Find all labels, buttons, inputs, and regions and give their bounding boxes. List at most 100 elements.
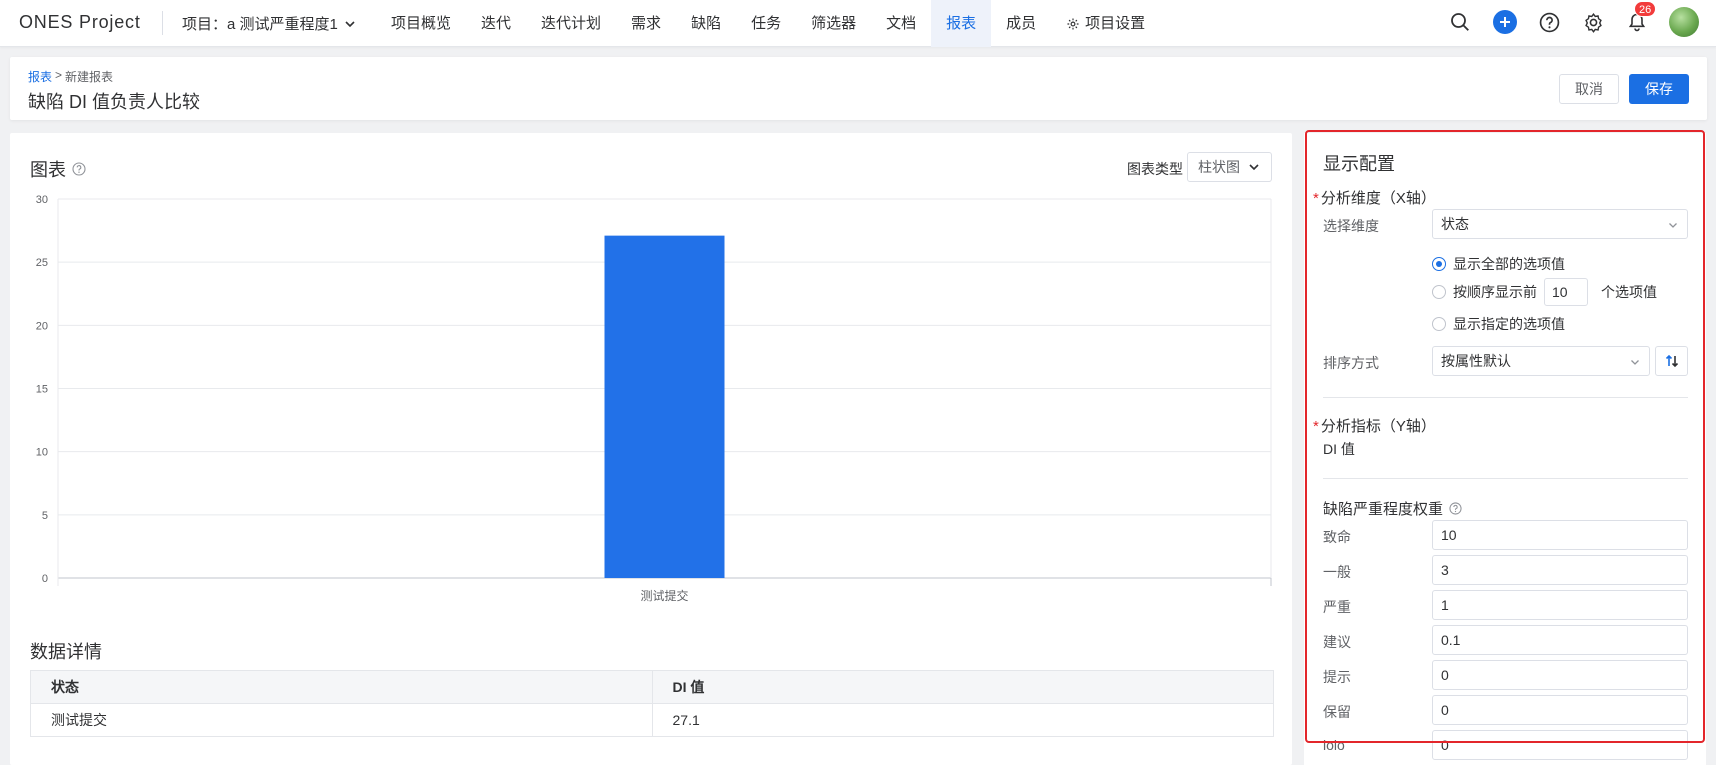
radio-label-suffix: 个选项值 bbox=[1601, 284, 1657, 300]
radio-label: 按顺序显示前 bbox=[1453, 284, 1537, 300]
chevron-down-icon bbox=[1630, 357, 1640, 367]
y-tick-label: 5 bbox=[42, 510, 48, 522]
dimension-value: 状态 bbox=[1441, 216, 1469, 232]
chart-section-title: 图表 bbox=[30, 156, 86, 182]
nav-tasks[interactable]: 任务 bbox=[736, 0, 796, 47]
weight-input-normal[interactable] bbox=[1432, 555, 1688, 585]
notification-badge: 26 bbox=[1634, 1, 1657, 17]
weight-input-fatal[interactable] bbox=[1432, 520, 1688, 550]
y-axis-section-title: * 分析指标（Y轴） bbox=[1313, 415, 1436, 436]
dimension-select[interactable]: 状态 bbox=[1432, 209, 1688, 239]
table-cell: 27.1 bbox=[651, 703, 1274, 737]
project-selector[interactable]: 项目：a 测试严重程度1 bbox=[182, 13, 356, 34]
y-axis-value: DI 值 bbox=[1323, 441, 1355, 457]
x-axis-section-title: * 分析维度（X轴） bbox=[1313, 187, 1436, 208]
nav-sprint[interactable]: 迭代 bbox=[466, 0, 526, 47]
search-icon[interactable] bbox=[1448, 10, 1472, 34]
sort-arrows-icon bbox=[1664, 353, 1680, 369]
bar-chart: 0 5 10 15 20 25 30 测试提交 bbox=[36, 194, 1272, 603]
y-tick-label: 25 bbox=[36, 257, 48, 269]
chart-type-select[interactable]: 柱状图 bbox=[1187, 152, 1272, 182]
radio-show-top-n[interactable]: 按顺序显示前 个选项值 bbox=[1432, 278, 1657, 306]
radio-button[interactable] bbox=[1432, 317, 1446, 331]
radio-show-all[interactable]: 显示全部的选项值 bbox=[1432, 254, 1565, 274]
nav-members[interactable]: 成员 bbox=[991, 0, 1051, 47]
nav-defects[interactable]: 缺陷 bbox=[676, 0, 736, 47]
gear-icon bbox=[1066, 17, 1080, 31]
plus-icon[interactable] bbox=[1493, 10, 1517, 34]
breadcrumb-reports-link[interactable]: 报表 bbox=[28, 68, 52, 85]
chart-type-label: 图表类型 bbox=[1127, 161, 1183, 177]
weight-input-reserved[interactable] bbox=[1432, 695, 1688, 725]
help-icon[interactable] bbox=[1537, 10, 1561, 34]
app-logo[interactable]: ONES Project bbox=[19, 12, 141, 33]
nav-overview[interactable]: 项目概览 bbox=[376, 0, 466, 47]
main-nav: 项目概览 迭代 迭代计划 需求 缺陷 任务 筛选器 文档 报表 成员 项目设置 bbox=[376, 0, 1160, 47]
weight-label-fatal: 致命 bbox=[1323, 529, 1351, 545]
x-axis-title: 分析维度（X轴） bbox=[1320, 190, 1436, 207]
avatar[interactable] bbox=[1669, 7, 1699, 37]
table-header-row: 状态 DI 值 bbox=[30, 670, 1274, 704]
data-details-table: 状态 DI 值 测试提交 27.1 bbox=[30, 670, 1274, 737]
nav-project-settings[interactable]: 项目设置 bbox=[1051, 0, 1160, 47]
config-title: 显示配置 bbox=[1323, 154, 1395, 174]
select-dimension-label: 选择维度 bbox=[1323, 218, 1379, 234]
x-tick-label: 测试提交 bbox=[640, 588, 688, 603]
nav-label: 成员 bbox=[1006, 15, 1037, 32]
chevron-down-icon bbox=[344, 18, 356, 30]
nav-label: 需求 bbox=[631, 15, 662, 32]
column-header: 状态 bbox=[30, 670, 653, 704]
radio-show-specified[interactable]: 显示指定的选项值 bbox=[1432, 314, 1565, 334]
nav-label: 文档 bbox=[886, 15, 917, 32]
column-header: DI 值 bbox=[651, 670, 1274, 704]
nav-filters[interactable]: 筛选器 bbox=[796, 0, 871, 47]
nav-label: 迭代 bbox=[481, 15, 512, 32]
display-config-panel: 显示配置 *分析维度（X轴） 选择维度 状态 显示全部的选项值 按顺序显示前 个… bbox=[1304, 133, 1706, 765]
weight-input-lolo[interactable] bbox=[1432, 730, 1688, 760]
weight-label-lolo: lolo bbox=[1323, 737, 1345, 753]
top-n-input[interactable] bbox=[1544, 278, 1588, 306]
breadcrumb-separator: > bbox=[55, 68, 63, 82]
sort-label: 排序方式 bbox=[1323, 355, 1379, 371]
y-tick-label: 30 bbox=[36, 194, 48, 206]
required-asterisk: * bbox=[1313, 418, 1319, 435]
sort-select[interactable]: 按属性默认 bbox=[1432, 346, 1650, 376]
radio-button[interactable] bbox=[1432, 285, 1446, 299]
y-tick-label: 15 bbox=[36, 384, 48, 396]
chart-panel: 图表 图表类型 柱状图 0 5 10 15 20 25 30 测试提交 数据详情 状态 DI … bbox=[10, 133, 1292, 765]
weight-label-serious: 严重 bbox=[1323, 599, 1351, 615]
y-axis-title: 分析指标（Y轴） bbox=[1320, 418, 1436, 435]
weight-label-normal: 一般 bbox=[1323, 564, 1351, 580]
help-icon[interactable] bbox=[72, 162, 86, 176]
weight-label-hint: 提示 bbox=[1323, 669, 1351, 685]
settings-icon[interactable] bbox=[1581, 10, 1605, 34]
radio-label: 显示全部的选项值 bbox=[1453, 256, 1565, 272]
sort-direction-button[interactable] bbox=[1655, 346, 1688, 376]
weight-input-serious[interactable] bbox=[1432, 590, 1688, 620]
data-details-title: 数据详情 bbox=[30, 642, 102, 662]
table-row: 测试提交 27.1 bbox=[30, 703, 1274, 737]
chart-title: 图表 bbox=[30, 160, 66, 180]
cancel-button[interactable]: 取消 bbox=[1559, 74, 1619, 104]
y-tick-label: 0 bbox=[42, 573, 48, 585]
page-title: 缺陷 DI 值负责人比较 bbox=[28, 92, 201, 112]
radio-button[interactable] bbox=[1432, 257, 1446, 271]
nav-sprint-plan[interactable]: 迭代计划 bbox=[526, 0, 616, 47]
weight-input-suggestion[interactable] bbox=[1432, 625, 1688, 655]
nav-reports[interactable]: 报表 bbox=[931, 0, 992, 47]
help-icon[interactable] bbox=[1449, 502, 1462, 515]
chart-bar bbox=[604, 235, 725, 578]
project-label: 项目：a 测试严重程度1 bbox=[182, 16, 338, 33]
nav-label: 报表 bbox=[946, 15, 977, 32]
weight-input-hint[interactable] bbox=[1432, 660, 1688, 690]
chevron-down-icon bbox=[1668, 220, 1678, 230]
chart-type-value: 柱状图 bbox=[1198, 159, 1240, 175]
save-button[interactable]: 保存 bbox=[1629, 74, 1689, 104]
nav-label: 任务 bbox=[751, 15, 782, 32]
y-tick-label: 10 bbox=[36, 447, 48, 459]
weight-label-suggestion: 建议 bbox=[1323, 634, 1351, 650]
nav-docs[interactable]: 文档 bbox=[871, 0, 931, 47]
breadcrumb-current: 新建报表 bbox=[65, 70, 114, 84]
nav-label: 项目设置 bbox=[1085, 15, 1146, 32]
nav-requirements[interactable]: 需求 bbox=[616, 0, 676, 47]
